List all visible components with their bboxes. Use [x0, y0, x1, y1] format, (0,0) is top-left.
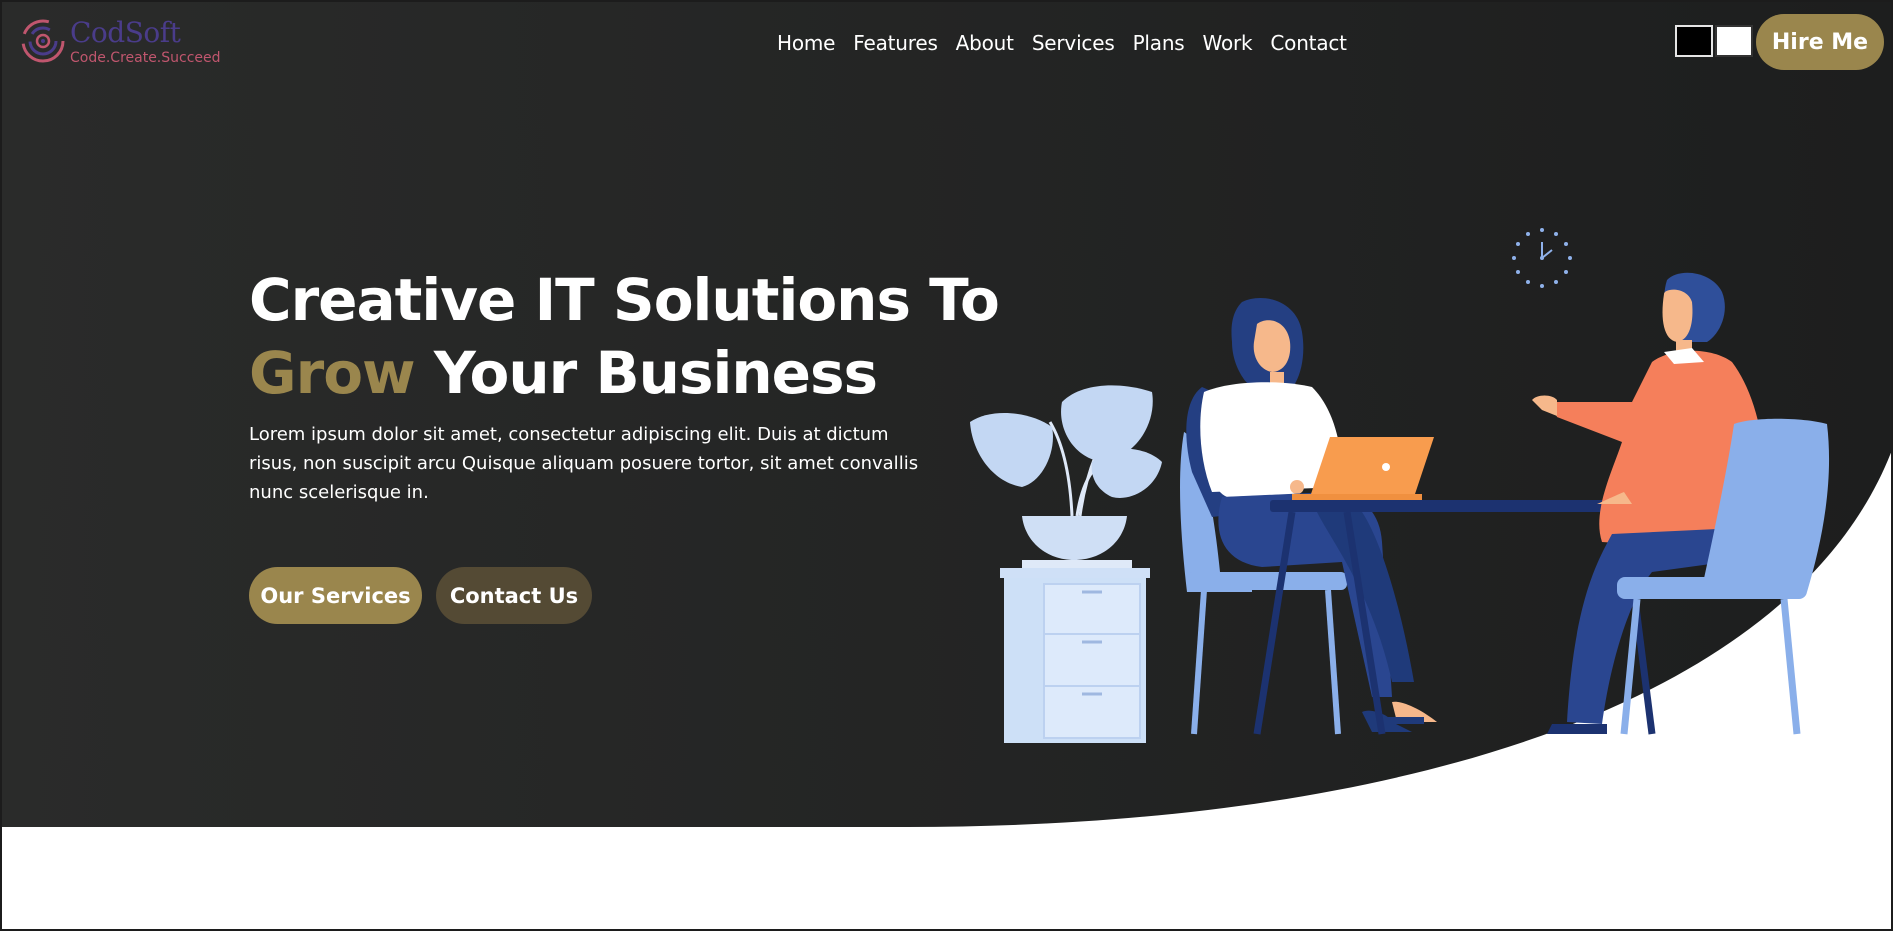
brand-name: CodSoft [70, 16, 181, 49]
site-header: CodSoft Code.Create.Succeed Home Feature… [2, 2, 1891, 86]
brand-tagline: Code.Create.Succeed [70, 50, 221, 66]
woman-figure [1186, 297, 1437, 732]
hero-title: Creative IT Solutions To Grow Your Busin… [249, 264, 1000, 410]
contact-us-button[interactable]: Contact Us [436, 567, 592, 624]
main-nav: Home Features About Services Plans Work … [777, 29, 1356, 57]
drawer-cabinet [1000, 568, 1150, 743]
brand-logo[interactable]: CodSoft Code.Create.Succeed [20, 16, 221, 68]
clock-icon [1512, 228, 1572, 288]
nav-item-about[interactable]: About [947, 29, 1023, 57]
hero-title-line1: Creative IT Solutions To [249, 266, 1000, 334]
nav-item-home[interactable]: Home [777, 29, 844, 57]
hero-description: Lorem ipsum dolor sit amet, consectetur … [249, 424, 919, 503]
nav-item-services[interactable]: Services [1023, 29, 1124, 57]
nav-item-plans[interactable]: Plans [1124, 29, 1194, 57]
hero-title-accent: Grow [249, 339, 416, 407]
potted-plant [970, 385, 1162, 568]
hero-illustration [970, 228, 1830, 743]
page-frame: CodSoft Code.Create.Succeed Home Feature… [0, 0, 1893, 931]
hire-me-button[interactable]: Hire Me [1756, 14, 1884, 70]
nav-item-contact[interactable]: Contact [1261, 29, 1355, 57]
codsoft-logo-icon [21, 19, 65, 63]
dark-theme-toggle[interactable] [1675, 25, 1713, 57]
light-theme-toggle[interactable] [1715, 25, 1753, 57]
nav-item-features[interactable]: Features [844, 29, 946, 57]
our-services-button[interactable]: Our Services [249, 567, 422, 624]
hero-title-line2: Your Business [414, 339, 878, 407]
nav-item-work[interactable]: Work [1194, 29, 1262, 57]
